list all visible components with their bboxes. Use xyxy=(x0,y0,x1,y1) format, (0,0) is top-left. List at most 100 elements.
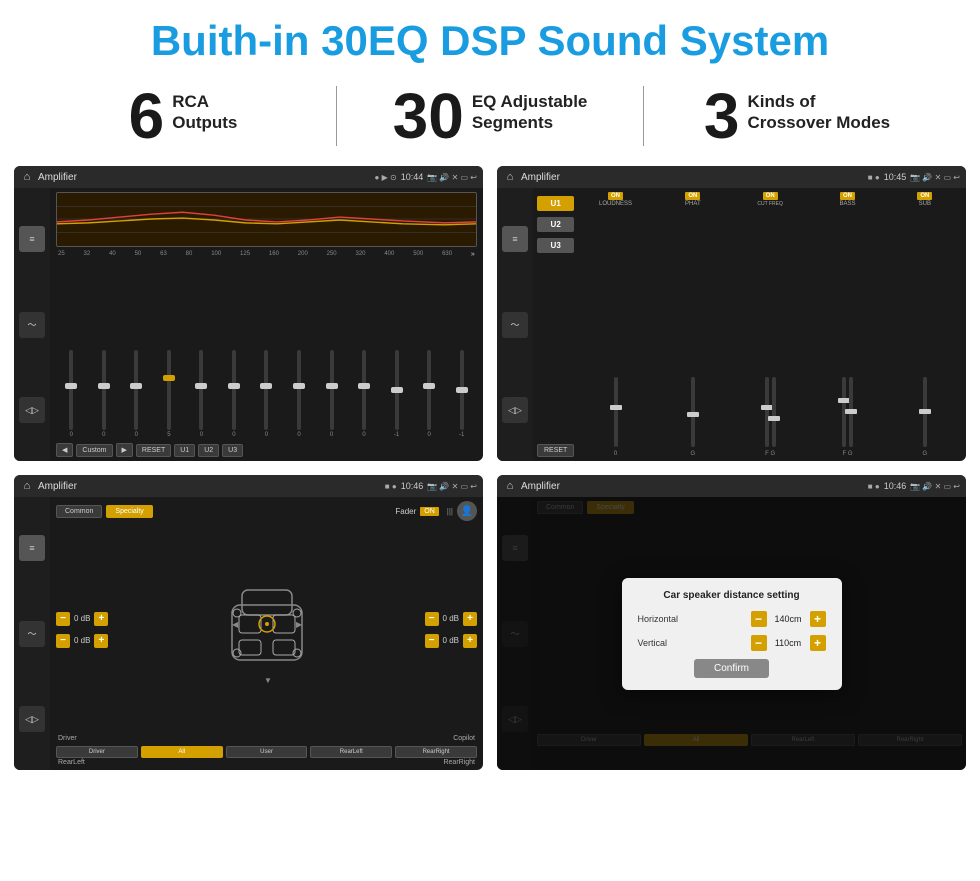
home-icon-1[interactable]: ⌂ xyxy=(20,170,34,184)
status-icons-3b: 📷 🔊 ✕ ▭ ↩ xyxy=(427,482,477,491)
fader-left-controls: − 0 dB + − 0 dB + xyxy=(56,612,108,648)
channel-bass: ON BASS F G xyxy=(810,192,884,457)
status-bar-1: ⌂ Amplifier ● ▶ ⊙ 10:44 📷 🔊 ✕ ▭ ↩ xyxy=(14,166,483,188)
sidebar-vol-icon-2[interactable]: ◁▷ xyxy=(502,397,528,423)
driver-btn[interactable]: Driver xyxy=(56,746,138,758)
minus-btn-2[interactable]: − xyxy=(56,634,70,648)
plus-btn-2[interactable]: + xyxy=(94,634,108,648)
plus-btn-3[interactable]: + xyxy=(463,612,477,626)
rearright-btn[interactable]: RearRight xyxy=(395,746,477,758)
eq-reset-btn[interactable]: RESET xyxy=(136,444,171,457)
dialog-vertical-row: Vertical − 110cm + xyxy=(638,635,826,651)
amp2-content: ≡ 〜 ◁▷ U1 U2 U3 RESET ON LOUDNESS xyxy=(497,188,966,461)
minus-btn-3[interactable]: − xyxy=(425,612,439,626)
all-btn[interactable]: All xyxy=(141,746,223,758)
eq-play-btn[interactable]: ▶ xyxy=(116,443,133,457)
stat-label-rca-1: RCA xyxy=(172,92,237,112)
eq-u1-btn[interactable]: U1 xyxy=(174,444,195,457)
u2-button[interactable]: U2 xyxy=(537,217,574,232)
sidebar-vol-icon-3[interactable]: ◁▷ xyxy=(19,706,45,732)
eq-slider-9: 0 xyxy=(349,350,380,438)
home-icon-2[interactable]: ⌂ xyxy=(503,170,517,184)
channels-area: ON LOUDNESS 0 ON PHAT xyxy=(578,192,962,457)
person-icon[interactable]: 👤 xyxy=(457,501,477,521)
vertical-minus-btn[interactable]: − xyxy=(751,635,767,651)
specialty-tab[interactable]: Specialty xyxy=(106,505,152,518)
stat-rca: 6 RCA Outputs xyxy=(40,84,326,148)
eq-sliders: 0 0 0 5 0 xyxy=(56,261,477,438)
u3-button[interactable]: U3 xyxy=(537,238,574,253)
status-bar-3: ⌂ Amplifier ■ ● 10:46 📷 🔊 ✕ ▭ ↩ xyxy=(14,475,483,497)
reset-button-2[interactable]: RESET xyxy=(537,444,574,457)
eq-freq-labels: 25 32 40 50 63 80 100 125 160 200 250 32… xyxy=(56,251,477,258)
eq-main-area: 25 32 40 50 63 80 100 125 160 200 250 32… xyxy=(50,188,483,461)
loudness-slider[interactable] xyxy=(614,377,618,447)
fader-content: ≡ 〜 ◁▷ Common Specialty Fader ON ||| 👤 xyxy=(14,497,483,770)
vertical-plus-btn[interactable]: + xyxy=(810,635,826,651)
dialog-box: Car speaker distance setting Horizontal … xyxy=(622,578,842,690)
sidebar-wave-icon[interactable]: 〜 xyxy=(19,312,45,338)
vertical-controls: − 110cm + xyxy=(751,635,826,651)
db-row-1: − 0 dB + xyxy=(56,612,108,626)
u-buttons-col: U1 U2 U3 RESET xyxy=(537,192,574,457)
svg-text:◀: ◀ xyxy=(232,620,239,629)
minus-btn-1[interactable]: − xyxy=(56,612,70,626)
app-title-1: Amplifier xyxy=(38,172,371,183)
eq-slider-0: 0 xyxy=(56,350,87,438)
sub-on: ON xyxy=(917,192,932,200)
bass-slider-g[interactable] xyxy=(849,377,853,447)
stat-label-eq-2: Segments xyxy=(472,113,588,133)
eq-u3-btn[interactable]: U3 xyxy=(222,444,243,457)
db-row-2: − 0 dB + xyxy=(56,634,108,648)
rearleft-btn[interactable]: RearLeft xyxy=(310,746,392,758)
common-tab[interactable]: Common xyxy=(56,505,102,518)
eq-slider-6: 0 xyxy=(251,350,282,438)
status-time-3: 10:46 xyxy=(401,481,424,491)
sub-slider[interactable] xyxy=(923,377,927,447)
cutfreq-slider-g[interactable] xyxy=(772,377,776,447)
confirm-button[interactable]: Confirm xyxy=(694,659,769,678)
status-icons-3: ■ ● xyxy=(385,482,397,491)
channel-loudness: ON LOUDNESS 0 xyxy=(578,192,652,457)
svg-text:▶: ▶ xyxy=(296,620,303,629)
eq-slider-4: 0 xyxy=(186,350,217,438)
home-icon-4[interactable]: ⌂ xyxy=(503,479,517,493)
user-btn[interactable]: User xyxy=(226,746,308,758)
fader-body: − 0 dB + − 0 dB + xyxy=(56,527,477,732)
home-icon-3[interactable]: ⌂ xyxy=(20,479,34,493)
cutfreq-slider-f[interactable] xyxy=(765,377,769,447)
fader-top-bar: Common Specialty Fader ON ||| 👤 xyxy=(56,501,477,521)
status-icons-4: ■ ● xyxy=(868,482,880,491)
eq-prev-btn[interactable]: ◀ xyxy=(56,443,73,457)
stats-row: 6 RCA Outputs 30 EQ Adjustable Segments … xyxy=(0,74,980,162)
fader-right-controls: − 0 dB + − 0 dB + xyxy=(425,612,477,648)
plus-btn-4[interactable]: + xyxy=(463,634,477,648)
sidebar-eq-icon-2[interactable]: ≡ xyxy=(502,226,528,252)
horizontal-minus-btn[interactable]: − xyxy=(751,611,767,627)
eq-slider-12: -1 xyxy=(446,350,477,438)
sidebar-eq-icon-3[interactable]: ≡ xyxy=(19,535,45,561)
eq-graph xyxy=(56,192,477,247)
sidebar-wave-icon-2[interactable]: 〜 xyxy=(502,312,528,338)
screen-dialog: ⌂ Amplifier ■ ● 10:46 📷 🔊 ✕ ▭ ↩ ≡ 〜 ◁▷ C… xyxy=(497,475,966,770)
screens-grid: ⌂ Amplifier ● ▶ ⊙ 10:44 📷 🔊 ✕ ▭ ↩ ≡ 〜 ◁▷ xyxy=(0,162,980,784)
horizontal-plus-btn[interactable]: + xyxy=(810,611,826,627)
horizontal-controls: − 140cm + xyxy=(751,611,826,627)
sidebar-wave-icon-3[interactable]: 〜 xyxy=(19,621,45,647)
eq-u2-btn[interactable]: U2 xyxy=(198,444,219,457)
app-title-4: Amplifier xyxy=(521,481,864,492)
plus-btn-1[interactable]: + xyxy=(94,612,108,626)
stat-number-rca: 6 xyxy=(129,84,165,148)
sidebar-eq-icon[interactable]: ≡ xyxy=(19,226,45,252)
stat-divider-2 xyxy=(643,86,644,146)
eq-custom-btn[interactable]: Custom xyxy=(76,444,112,457)
car-svg: ▼ ◀ ▶ xyxy=(217,575,317,685)
phat-slider[interactable] xyxy=(691,377,695,447)
eq-slider-11: 0 xyxy=(414,350,445,438)
eq-slider-10: -1 xyxy=(381,350,412,438)
minus-btn-4[interactable]: − xyxy=(425,634,439,648)
eq-content: ≡ 〜 ◁▷ xyxy=(14,188,483,461)
u1-button[interactable]: U1 xyxy=(537,196,574,211)
sidebar-vol-icon[interactable]: ◁▷ xyxy=(19,397,45,423)
db-row-3: − 0 dB + xyxy=(425,612,477,626)
